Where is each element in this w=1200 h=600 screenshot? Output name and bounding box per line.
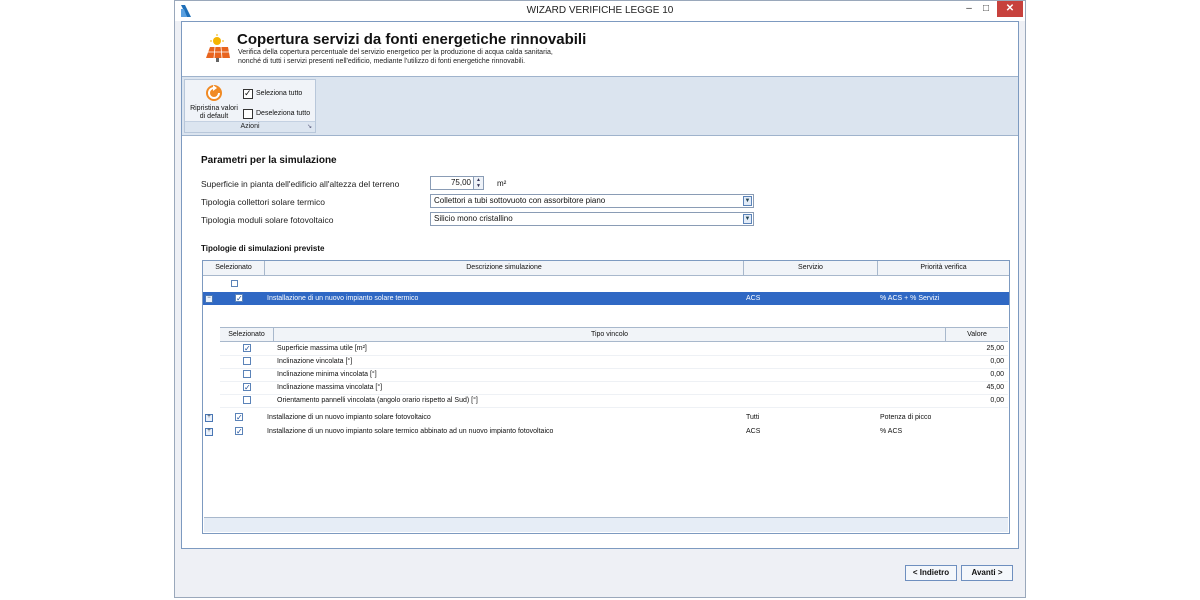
row-checkbox[interactable] [235,411,243,424]
close-button[interactable]: ✕ [997,1,1023,17]
solar-panel-icon [206,34,230,62]
reset-defaults-button[interactable]: Ripristina valori di default [186,82,242,122]
back-button[interactable]: < Indietro [905,565,957,581]
surface-unit: m² [497,179,507,188]
page-description: Verifica della copertura percentuale del… [238,48,658,66]
grid-header: Selezionato Descrizione simulazione Serv… [203,261,1009,276]
col-service[interactable]: Servizio [744,261,878,275]
table-row[interactable]: + Installazione di un nuovo impianto sol… [203,425,1009,438]
constraint-value: 0,00 [990,371,1004,378]
pv-value: Silicio mono cristallino [434,214,513,223]
row-description: Installazione di un nuovo impianto solar… [267,295,419,302]
constraints-header: Selezionato Tipo vincolo Valore [220,327,1008,342]
pv-label: Tipologia moduli solare fotovoltaico [201,215,334,225]
constraint-type: Inclinazione minima vincolata [°] [277,371,377,378]
simulations-grid: Selezionato Descrizione simulazione Serv… [202,260,1010,534]
constraint-row[interactable]: Inclinazione massima vincolata [°] 45,00 [220,381,1008,395]
constraint-row[interactable]: Orientamento pannelli vincolata (angolo … [220,394,1008,408]
reset-label-line: Ripristina valori [190,105,238,112]
expand-icon[interactable]: + [205,414,213,422]
description-line: Verifica della copertura percentuale del… [238,49,553,56]
constraint-checkbox[interactable] [243,381,251,394]
collector-select[interactable]: Collettori a tubi sottovuoto con assorbi… [430,194,754,208]
col-priority[interactable]: Priorità verifica [878,261,1009,275]
grid-footer [204,517,1008,532]
wizard-window: WIZARD VERIFICHE LEGGE 10 – □ ✕ Copertur… [174,0,1026,598]
surface-value: 75,00 [450,178,471,187]
constraint-row[interactable]: Inclinazione minima vincolata [°] 0,00 [220,368,1008,382]
constraint-checkbox[interactable] [243,370,251,378]
page-title: Copertura servizi da fonti energetiche r… [237,31,587,48]
collector-label: Tipologia collettori solare termico [201,197,325,207]
navigation-bar: < Indietro Avanti > [181,555,1019,593]
ribbon-toolbar: Ripristina valori di default Seleziona t… [182,76,1018,136]
expand-icon[interactable]: + [205,428,213,436]
select-all-checkbox[interactable] [231,280,238,287]
row-checkbox[interactable] [235,425,243,438]
constraint-type: Inclinazione vincolata [°] [277,358,353,365]
row-checkbox[interactable] [235,292,243,305]
select-all-label: Seleziona tutto [256,90,303,97]
checkbox-empty-icon [243,109,253,119]
col-constraint-selected[interactable]: Selezionato [220,328,274,341]
constraint-row[interactable]: Superficie massima utile [m²] 25,00 [220,342,1008,356]
constraint-type: Orientamento pannelli vincolata (angolo … [277,397,478,404]
wizard-panel: Copertura servizi da fonti energetiche r… [181,21,1019,549]
minimize-button[interactable]: – [961,1,977,17]
params-section-title: Parametri per la simulazione [201,155,337,166]
collector-value: Collettori a tubi sottovuoto con assorbi… [434,196,606,205]
constraint-value: 25,00 [986,345,1004,352]
col-constraint-type[interactable]: Tipo vincolo [274,328,946,341]
row-service: ACS [746,428,761,435]
checkbox-checked-icon [243,87,253,99]
constraint-value: 0,00 [990,358,1004,365]
table-row[interactable]: + Installazione di un nuovo impianto sol… [203,411,1009,424]
pv-select[interactable]: Silicio mono cristallino ▼ [430,212,754,226]
title-bar: WIZARD VERIFICHE LEGGE 10 – □ ✕ [175,1,1025,21]
window-title: WIZARD VERIFICHE LEGGE 10 [526,5,674,16]
constraint-value: 45,00 [986,384,1004,391]
deselect-all-label: Deseleziona tutto [256,110,311,117]
reset-label: Ripristina valori di default [186,105,242,121]
row-service: ACS [746,295,761,302]
constraint-type: Superficie massima utile [m²] [277,345,367,352]
row-priority: Potenza di picco [880,414,932,421]
reset-icon [206,85,222,101]
row-description: Installazione di un nuovo impianto solar… [267,414,431,421]
description-line: nonché di tutti i servizi presenti nell'… [238,58,526,65]
constraint-type: Inclinazione massima vincolata [°] [277,384,383,391]
maximize-button[interactable]: □ [978,1,994,17]
ribbon-group-actions: Ripristina valori di default Seleziona t… [184,79,316,133]
ribbon-group-label: Azioni ↘ [185,121,315,132]
group-launcher-icon[interactable]: ↘ [307,122,312,132]
constraint-checkbox[interactable] [243,357,251,365]
row-service: Tutti [746,414,760,421]
col-constraint-value[interactable]: Valore [946,328,1008,341]
spinner-icon[interactable]: ▲ ▼ [473,177,483,189]
chevron-down-icon[interactable]: ▼ [743,214,752,224]
surface-input[interactable]: 75,00 ▲ ▼ [430,176,484,190]
chevron-down-icon[interactable]: ▼ [743,196,752,206]
constraint-checkbox[interactable] [243,342,251,355]
constraint-value: 0,00 [990,397,1004,404]
row-priority: % ACS + % Servizi [880,295,940,302]
constraint-row[interactable]: Inclinazione vincolata [°] 0,00 [220,355,1008,369]
surface-label: Superficie in pianta dell'edificio all'a… [201,179,400,189]
constraint-checkbox[interactable] [243,396,251,404]
collapse-icon[interactable]: − [205,295,213,303]
simulations-section-title: Tipologie di simulazioni previste [201,244,325,253]
col-description[interactable]: Descrizione simulazione [265,261,744,275]
table-row[interactable]: − Installazione di un nuovo impianto sol… [203,292,1009,305]
group-label-text: Azioni [240,123,260,130]
row-priority: % ACS [880,428,903,435]
reset-label-line: di default [199,113,229,120]
row-description: Installazione di un nuovo impianto solar… [267,428,554,435]
col-selected[interactable]: Selezionato [203,261,265,275]
next-button[interactable]: Avanti > [961,565,1013,581]
